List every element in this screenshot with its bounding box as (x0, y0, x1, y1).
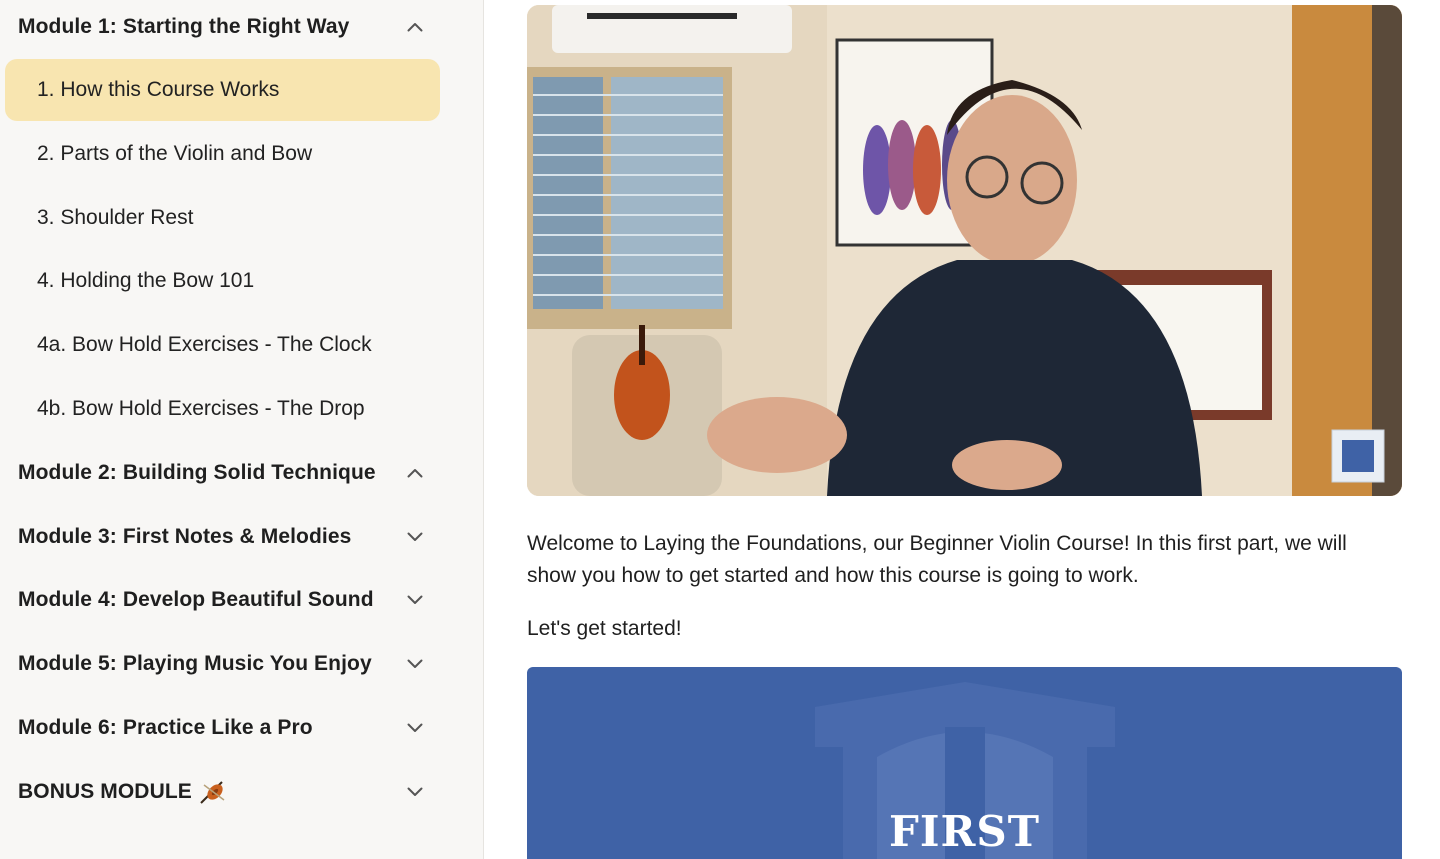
module-header-6[interactable]: Module 6: Practice Like a Pro (0, 702, 440, 754)
violin-icon (198, 778, 226, 806)
lesson-label: 4. Holding the Bow 101 (37, 269, 255, 292)
module-title: Module 6: Practice Like a Pro (18, 716, 313, 739)
module-header-bonus[interactable]: BONUS MODULE (0, 766, 440, 818)
lesson-item-active[interactable]: 1. How this Course Works (5, 59, 440, 121)
chevron-down-icon[interactable] (404, 717, 426, 739)
module-header-1[interactable]: Module 1: Starting the Right Way (0, 1, 440, 53)
lesson-video-player[interactable] (527, 5, 1402, 496)
chevron-down-icon[interactable] (404, 589, 426, 611)
module-header-5[interactable]: Module 5: Playing Music You Enjoy (0, 638, 440, 690)
lesson-item[interactable]: 3. Shoulder Rest (5, 187, 440, 249)
module-title: Module 4: Develop Beautiful Sound (18, 588, 374, 611)
module-title: Module 2: Building Solid Technique (18, 461, 376, 484)
lesson-description: Welcome to Laying the Foundations, our B… (527, 532, 1347, 587)
chevron-up-icon[interactable] (404, 462, 426, 484)
video-thumbnail (527, 5, 1402, 496)
lesson-label: 4a. Bow Hold Exercises - The Clock (37, 333, 372, 356)
module-title: BONUS MODULE (18, 780, 192, 803)
module-title: Module 3: First Notes & Melodies (18, 525, 352, 548)
chevron-down-icon[interactable] (404, 781, 426, 803)
bonus-title-wrap: BONUS MODULE (18, 778, 226, 806)
lesson-item[interactable]: 4b. Bow Hold Exercises - The Drop (5, 378, 440, 440)
module-header-4[interactable]: Module 4: Develop Beautiful Sound (0, 574, 440, 626)
lesson-item[interactable]: 2. Parts of the Violin and Bow (5, 123, 440, 185)
module-title: Module 1: Starting the Right Way (18, 15, 350, 38)
module-header-2[interactable]: Module 2: Building Solid Technique (0, 447, 440, 499)
lesson-item[interactable]: 4. Holding the Bow 101 (5, 250, 440, 312)
lesson-item[interactable]: 4a. Bow Hold Exercises - The Clock (5, 314, 440, 376)
module-banner: FIRST (527, 667, 1402, 859)
chevron-down-icon[interactable] (404, 653, 426, 675)
course-sidebar: Module 1: Starting the Right Way 1. How … (0, 0, 484, 859)
chevron-up-icon[interactable] (404, 16, 426, 38)
chevron-down-icon[interactable] (404, 526, 426, 548)
lesson-description-cta: Let's get started! (527, 617, 682, 640)
lesson-label: 1. How this Course Works (37, 78, 280, 101)
module-header-3[interactable]: Module 3: First Notes & Melodies (0, 511, 440, 563)
banner-title: FIRST (889, 807, 1040, 856)
lesson-label: 3. Shoulder Rest (37, 206, 194, 229)
lesson-label: 2. Parts of the Violin and Bow (37, 142, 313, 165)
module-title: Module 5: Playing Music You Enjoy (18, 652, 372, 675)
lesson-label: 4b. Bow Hold Exercises - The Drop (37, 397, 365, 420)
